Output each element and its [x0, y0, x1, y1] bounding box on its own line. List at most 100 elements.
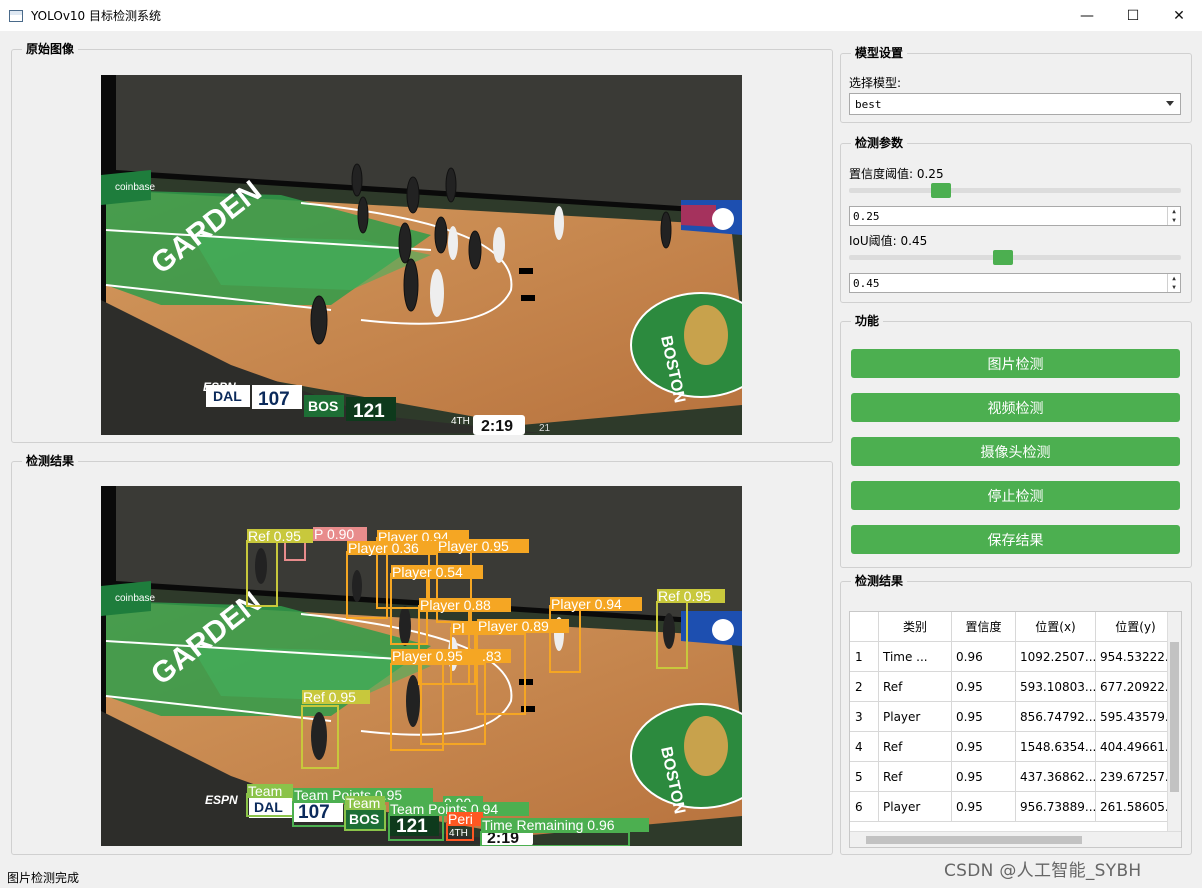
column-header[interactable]: 类别 [879, 612, 952, 642]
detection-label: Player 0.89 [478, 618, 549, 634]
iou-threshold-slider[interactable] [849, 248, 1181, 268]
table-row[interactable]: 1 Time ... 0.96 1092.2507... 954.53222..… [850, 642, 1180, 672]
model-select[interactable]: best [849, 93, 1181, 115]
class-cell[interactable]: Ref [879, 732, 952, 762]
detection-label: Player 0.94 [551, 596, 622, 612]
original-scene: coinbase GARDEN BOSTON DAL 107 BOS 121 4… [101, 75, 742, 435]
scoreboard-score2: 121 [353, 401, 385, 422]
table-row[interactable]: 4 Ref 0.95 1548.6354... 404.49661... [850, 732, 1180, 762]
title-bar: YOLOv10 目标检测系统 — ☐ ✕ [0, 0, 1202, 31]
conf-threshold-spinbox[interactable]: 0.25 ▲ ▼ [849, 206, 1181, 226]
camera-detect-button[interactable]: 摄像头检测 [851, 437, 1180, 466]
confidence-cell[interactable]: 0.95 [952, 732, 1016, 762]
scrollbar-thumb[interactable] [1170, 642, 1179, 792]
class-cell[interactable]: Ref [879, 762, 952, 792]
position-x-cell[interactable]: 593.10803... [1016, 672, 1096, 702]
class-cell[interactable]: Player [879, 792, 952, 822]
period-text: 4TH [451, 416, 470, 427]
detection-label: Ref 0.95 [658, 588, 711, 604]
results-table-title: 检测结果 [851, 574, 908, 589]
confidence-cell[interactable]: 0.95 [952, 672, 1016, 702]
table-row[interactable]: 5 Ref 0.95 437.36862... 239.67257... [850, 762, 1180, 792]
position-y-cell[interactable]: 404.49661... [1096, 732, 1176, 762]
position-x-cell[interactable]: 1092.2507... [1016, 642, 1096, 672]
detection-image: coinbase GARDEN BOSTON DAL 107 BOS 121 4… [101, 486, 742, 846]
watermark: CSDN @人工智能_SYBH [944, 861, 1142, 881]
detection-label: Player 0.54 [392, 564, 463, 580]
conf-threshold-label: 置信度阈值: 0.25 [849, 167, 944, 181]
row-number: 4 [850, 732, 879, 762]
spin-up-icon[interactable]: ▲ [1168, 207, 1180, 216]
network-logo-text: ESPN [203, 380, 236, 394]
detection-label: Player 0.95 [438, 538, 509, 554]
spin-up-icon[interactable]: ▲ [1168, 274, 1180, 283]
position-x-cell[interactable]: 956.73889... [1016, 792, 1096, 822]
slider-handle[interactable] [993, 250, 1013, 265]
position-y-cell[interactable]: 261.58605... [1096, 792, 1176, 822]
class-cell[interactable]: Player [879, 702, 952, 732]
spin-down-icon[interactable]: ▼ [1168, 216, 1180, 225]
close-button[interactable]: ✕ [1156, 0, 1202, 31]
position-y-cell[interactable]: 677.20922... [1096, 672, 1176, 702]
detection-label: Player 0.36 [348, 540, 419, 556]
iou-threshold-spinbox[interactable]: 0.45 ▲ ▼ [849, 273, 1181, 293]
iou-threshold-label: IoU阈值: 0.45 [849, 234, 928, 248]
position-y-cell[interactable]: 954.53222... [1096, 642, 1176, 672]
confidence-cell[interactable]: 0.95 [952, 792, 1016, 822]
scoreboard-score1: 107 [258, 389, 290, 410]
clock-text: 2:19 [481, 418, 513, 435]
slider-handle[interactable] [931, 183, 951, 198]
sponsor-text: coinbase [115, 182, 155, 193]
period-text: 4TH [449, 828, 468, 839]
position-y-cell[interactable]: 595.43579... [1096, 702, 1176, 732]
detection-label: Player 0.95 [392, 648, 463, 664]
spin-down-icon[interactable]: ▼ [1168, 283, 1180, 292]
position-x-cell[interactable]: 437.36862... [1016, 762, 1096, 792]
class-cell[interactable]: Ref [879, 672, 952, 702]
detection-label: Team [248, 783, 282, 799]
row-number: 3 [850, 702, 879, 732]
row-number: 1 [850, 642, 879, 672]
position-y-cell[interactable]: 239.67257... [1096, 762, 1176, 792]
shot-clock-text: 21 [539, 423, 551, 434]
column-header[interactable]: 位置(x) [1016, 612, 1096, 642]
functions-title: 功能 [851, 314, 884, 329]
confidence-cell[interactable]: 0.95 [952, 702, 1016, 732]
stop-detect-button[interactable]: 停止检测 [851, 481, 1180, 510]
position-x-cell[interactable]: 1548.6354... [1016, 732, 1096, 762]
scrollbar-thumb[interactable] [866, 836, 1082, 844]
model-select-label: 选择模型: [849, 76, 902, 90]
confidence-cell[interactable]: 0.95 [952, 762, 1016, 792]
table-row[interactable]: 6 Player 0.95 956.73889... 261.58605... [850, 792, 1180, 822]
model-select-value: best [855, 97, 882, 111]
position-x-cell[interactable]: 856.74792... [1016, 702, 1096, 732]
save-result-button[interactable]: 保存结果 [851, 525, 1180, 554]
column-header[interactable]: 置信度 [952, 612, 1016, 642]
original-image: coinbase GARDEN BOSTON DAL 107 BOS 121 4… [101, 75, 742, 435]
table-header-row: 类别 置信度 位置(x) 位置(y) [850, 612, 1180, 642]
model-settings-title: 模型设置 [851, 46, 908, 61]
detection-label: Ref 0.95 [303, 689, 356, 705]
table-vertical-scrollbar[interactable] [1167, 612, 1181, 832]
video-detect-button[interactable]: 视频检测 [851, 393, 1180, 422]
column-header[interactable]: 位置(y) [1096, 612, 1176, 642]
table-row[interactable]: 2 Ref 0.95 593.10803... 677.20922... [850, 672, 1180, 702]
minimize-button[interactable]: — [1064, 0, 1110, 31]
maximize-button[interactable]: ☐ [1110, 0, 1156, 31]
corner-cell [850, 612, 879, 642]
table-horizontal-scrollbar[interactable] [850, 831, 1181, 847]
confidence-cell[interactable]: 0.96 [952, 642, 1016, 672]
image-detect-button[interactable]: 图片检测 [851, 349, 1180, 378]
app-icon [9, 9, 23, 22]
scoreboard-score2: 121 [396, 816, 428, 837]
detection-label: Ref 0.95 [248, 528, 301, 544]
class-cell[interactable]: Time ... [879, 642, 952, 672]
conf-threshold-slider[interactable] [849, 181, 1181, 201]
window-title: YOLOv10 目标检测系统 [31, 9, 162, 23]
table-row[interactable]: 3 Player 0.95 856.74792... 595.43579... [850, 702, 1180, 732]
results-table[interactable]: 类别 置信度 位置(x) 位置(y) 1 Time ... 0.96 1092.… [849, 611, 1182, 848]
scoreboard-team2: BOS [349, 811, 379, 827]
scoreboard-team1: DAL [254, 799, 283, 815]
sponsor-text: coinbase [115, 593, 155, 604]
iou-threshold-value: 0.45 [853, 276, 880, 290]
